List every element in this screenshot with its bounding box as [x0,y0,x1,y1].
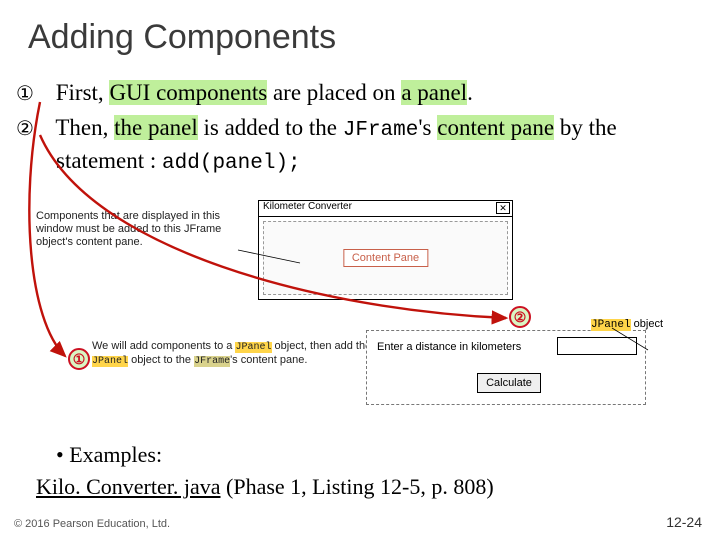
diagram: Components that are displayed in this wi… [36,200,676,425]
window-titlebar: Kilometer Converter [259,201,512,217]
bullet-2-mid2: 's [418,115,437,140]
bullet-2-pre: Then, [50,115,114,140]
jframe-window: Kilometer Converter ✕ Content Pane [258,200,513,300]
bullet-1-hl2: a panel [401,80,467,105]
bullet-2-marker: ② [28,116,50,143]
bullet-2-hl1: the panel [114,115,198,140]
desc2-code3: JFrame [194,356,230,367]
badge-2-icon: ② [509,306,531,328]
bullet-1-hl1: GUI components [109,80,267,105]
copyright: © 2016 Pearson Education, Ltd. [14,518,170,530]
bullet-2-code1: JFrame [343,119,419,142]
desc2-pre: We will add components to a [92,340,235,352]
jpanel-label-code: JPanel [591,319,631,331]
examples-heading: • Examples: [56,442,494,468]
content-pane: Content Pane [263,221,508,295]
distance-prompt: Enter a distance in kilometers [377,341,521,353]
bullet-2-mid: is added to the [198,115,343,140]
desc2-code2: JPanel [92,356,128,367]
jpanel-object-label: JPanel object [591,318,663,331]
badge-1-icon: ① [68,348,90,370]
close-icon[interactable]: ✕ [496,202,510,214]
desc2-code1: JPanel [235,342,271,353]
desc-content-pane: Components that are displayed in this wi… [36,210,236,250]
bullet-1-post: . [467,80,473,105]
page-number: 12-24 [666,514,702,530]
distance-input[interactable] [557,337,637,355]
jpanel-box: Enter a distance in kilometers Calculate [366,330,646,405]
desc2-post: 's content pane. [230,354,307,366]
calculate-button[interactable]: Calculate [477,373,541,393]
jpanel-label-after: object [631,318,663,330]
bullet-1-marker: ① [28,81,50,108]
example-ref: (Phase 1, Listing 12-5, p. 808) [221,474,494,499]
bullet-2-hl2: content pane [437,115,554,140]
example-link[interactable]: Kilo. Converter. java [36,474,221,499]
desc2-mid1: object, then add the [272,340,372,352]
bullet-1-mid: are placed on [267,80,401,105]
page-title: Adding Components [28,18,692,57]
bullet-1-pre: First, [50,80,109,105]
desc2-mid2: object to the [128,354,194,366]
bullet-2: ② Then, the panel is added to the JFrame… [28,112,692,179]
bullet-2-code2: add(panel); [162,152,301,175]
bullet-1: ① First, GUI components are placed on a … [28,77,692,108]
desc-jpanel: We will add components to a JPanel objec… [92,340,382,368]
content-pane-label: Content Pane [343,249,428,267]
